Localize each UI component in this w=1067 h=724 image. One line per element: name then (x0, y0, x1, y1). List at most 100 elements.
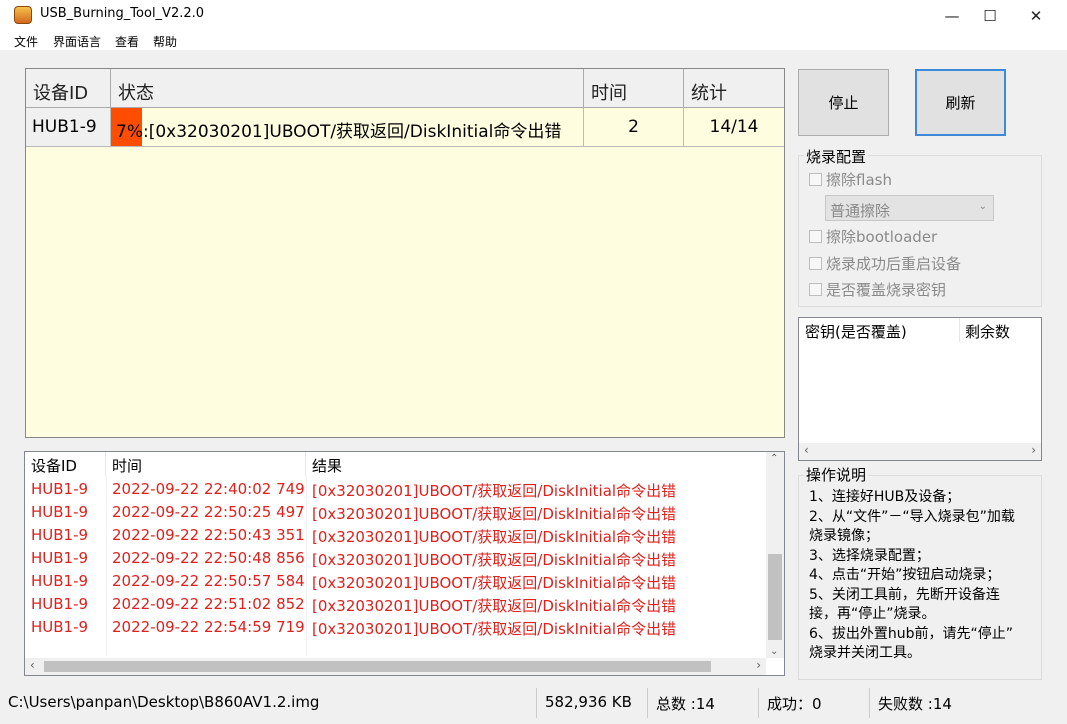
log-result: [0x32030201]UBOOT/获取返回/DiskInitial命令出错 (312, 505, 677, 523)
title-bar: USB_Burning_Tool_V2.2.0 — ☐ ✕ (0, 0, 1067, 32)
instruction-line: 6、拔出外置hub前，请先“停止” (809, 625, 1014, 642)
menu-file[interactable]: 文件 (14, 33, 38, 50)
log-device: HUB1-9 (31, 503, 89, 521)
status-file-size: 582,936 KB (537, 688, 648, 718)
log-time: 2022-09-22 22:54:59 719 (112, 618, 305, 636)
grid-header-time[interactable]: 时间 (584, 69, 684, 108)
log-result: [0x32030201]UBOOT/获取返回/DiskInitial命令出错 (312, 574, 677, 592)
log-row[interactable]: HUB1-9 2022-09-22 22:50:25 497 [0x32030201… (25, 500, 767, 523)
menu-language[interactable]: 界面语言 (53, 33, 101, 50)
erase-flash-label: 擦除flash (826, 171, 892, 189)
status-text: :[0x32030201]UBOOT/获取返回/DiskInitial命令出错 (142, 122, 562, 142)
log-header-time[interactable]: 时间 (106, 452, 306, 476)
instruction-line: 烧录镜像； (809, 528, 879, 544)
instruction-line: 5、关闭工具前，先断开设备连 (809, 586, 1000, 603)
grid-cell-stats[interactable]: 14/14 (684, 108, 784, 147)
log-time: 2022-09-22 22:50:57 584 (112, 572, 305, 590)
grid-header-device[interactable]: 设备ID (26, 69, 111, 108)
maximize-button[interactable]: ☐ (967, 0, 1013, 32)
reboot-after-checkbox[interactable]: 烧录成功后重启设备 (809, 253, 961, 274)
log-time: 2022-09-22 22:50:43 351 (112, 526, 305, 544)
refresh-button[interactable]: 刷新 (915, 69, 1006, 136)
key-header-key[interactable]: 密钥(是否覆盖) (805, 321, 907, 342)
reboot-after-label: 烧录成功后重启设备 (826, 255, 962, 273)
burn-config-title: 烧录配置 (804, 146, 869, 167)
log-time: 2022-09-22 22:50:48 856 (112, 549, 305, 567)
checkbox-box (809, 230, 822, 243)
status-bar: C:\Users\panpan\Desktop\B860AV1.2.img 58… (0, 688, 1067, 718)
log-time: 2022-09-22 22:40:02 749 (112, 480, 305, 498)
instruction-line: 4、点击“开始”按钮启动烧录； (809, 567, 1001, 583)
key-header-remaining[interactable]: 剩余数 (965, 321, 1010, 342)
scroll-left-icon[interactable]: ‹ (804, 443, 809, 457)
log-result: [0x32030201]UBOOT/获取返回/DiskInitial命令出错 (312, 551, 677, 569)
log-row[interactable]: HUB1-9 2022-09-22 22:51:02 852 [0x32030201… (25, 592, 767, 615)
log-result: [0x32030201]UBOOT/获取返回/DiskInitial命令出错 (312, 528, 677, 546)
grid-header-status[interactable]: 状态 (111, 69, 584, 108)
log-time: 2022-09-22 22:50:25 497 (112, 503, 305, 521)
device-grid: 设备ID 状态 时间 统计 HUB1-9 7%:[0x32030201]UBOO… (25, 68, 785, 438)
instruction-line: 接，再“停止”烧录。 (809, 606, 936, 622)
log-horizontal-scrollbar[interactable]: ‹ › (25, 658, 766, 675)
close-button[interactable]: ✕ (1013, 0, 1059, 32)
log-row[interactable]: HUB1-9 2022-09-22 22:40:02 749 [0x32030201… (25, 477, 767, 500)
log-row[interactable]: HUB1-9 2022-09-22 22:54:59 719 [0x32030201… (25, 615, 767, 638)
progress-percent: 7% (116, 122, 143, 142)
log-row[interactable]: HUB1-9 2022-09-22 22:50:43 351 [0x32030201… (25, 523, 767, 546)
log-device: HUB1-9 (31, 572, 89, 590)
chevron-down-icon: ⌄ (978, 201, 987, 212)
instruction-line: 2、从“文件”－“导入烧录包”加载 (809, 508, 1015, 525)
erase-bootloader-checkbox[interactable]: 擦除bootloader (809, 226, 937, 247)
instructions-title: 操作说明 (804, 464, 869, 485)
erase-bootloader-label: 擦除bootloader (826, 228, 938, 246)
scroll-left-icon[interactable]: ‹ (30, 658, 35, 672)
log-header-device[interactable]: 设备ID (25, 452, 106, 476)
scroll-thumb[interactable] (768, 554, 782, 640)
scroll-up-icon[interactable]: ⌃ (770, 453, 778, 464)
erase-mode-select[interactable]: 普通擦除 ⌄ (825, 195, 994, 221)
log-device: HUB1-9 (31, 618, 89, 636)
menu-bar: 文件 界面语言 查看 帮助 (0, 32, 1067, 50)
grid-header-stats[interactable]: 统计 (684, 69, 784, 108)
grid-cell-device[interactable]: HUB1-9 (26, 108, 111, 147)
scroll-right-icon[interactable]: › (1031, 443, 1036, 457)
log-device: HUB1-9 (31, 595, 89, 613)
log-vertical-scrollbar[interactable]: ⌃ ⌄ (766, 452, 784, 658)
key-table-scrollbar[interactable]: ‹ › (799, 443, 1041, 460)
log-row[interactable]: HUB1-9 2022-09-22 22:50:57 584 [0x32030201… (25, 569, 767, 592)
log-row[interactable]: HUB1-9 2022-09-22 22:50:48 856 [0x32030201… (25, 546, 767, 569)
checkbox-box (809, 283, 822, 296)
stop-button[interactable]: 停止 (798, 69, 889, 136)
log-list: 设备ID 时间 结果 HUB1-9 2022-09-22 22:40:02 749… (24, 451, 785, 676)
erase-flash-checkbox[interactable]: 擦除flash (809, 169, 892, 190)
log-device: HUB1-9 (31, 549, 89, 567)
instruction-line: 1、连接好HUB及设备； (809, 489, 961, 505)
scroll-thumb[interactable] (44, 661, 711, 672)
status-file-path: C:\Users\panpan\Desktop\B860AV1.2.img (0, 688, 537, 718)
log-time: 2022-09-22 22:51:02 852 (112, 595, 305, 613)
log-header-result[interactable]: 结果 (306, 452, 767, 476)
log-result: [0x32030201]UBOOT/获取返回/DiskInitial命令出错 (312, 482, 677, 500)
checkbox-box (809, 257, 822, 270)
instruction-line: 烧录并关闭工具。 (809, 645, 921, 661)
app-icon (14, 6, 32, 24)
log-result: [0x32030201]UBOOT/获取返回/DiskInitial命令出错 (312, 620, 677, 638)
checkbox-box (809, 173, 822, 186)
scroll-down-icon[interactable]: ⌄ (770, 646, 778, 657)
log-device: HUB1-9 (31, 526, 89, 544)
key-table: 密钥(是否覆盖) 剩余数 ‹ › (798, 317, 1042, 461)
grid-cell-time[interactable]: 2 (584, 108, 684, 147)
overwrite-key-label: 是否覆盖烧录密钥 (826, 281, 947, 299)
log-result: [0x32030201]UBOOT/获取返回/DiskInitial命令出错 (312, 597, 677, 615)
instructions-text: 1、连接好HUB及设备； 2、从“文件”－“导入烧录包”加载 烧录镜像； 3、选… (809, 488, 1039, 664)
grid-cell-status[interactable]: 7%:[0x32030201]UBOOT/获取返回/DiskInitial命令出… (111, 108, 584, 147)
log-device: HUB1-9 (31, 480, 89, 498)
menu-help[interactable]: 帮助 (153, 33, 177, 50)
status-fail: 失败数 :14 (878, 695, 952, 713)
window-title: USB_Burning_Tool_V2.2.0 (40, 6, 205, 21)
menu-view[interactable]: 查看 (115, 33, 139, 50)
overwrite-key-checkbox[interactable]: 是否覆盖烧录密钥 (809, 279, 946, 300)
instruction-line: 3、选择烧录配置； (809, 547, 930, 564)
scroll-right-icon[interactable]: › (756, 658, 761, 672)
erase-mode-value: 普通擦除 (830, 202, 891, 220)
